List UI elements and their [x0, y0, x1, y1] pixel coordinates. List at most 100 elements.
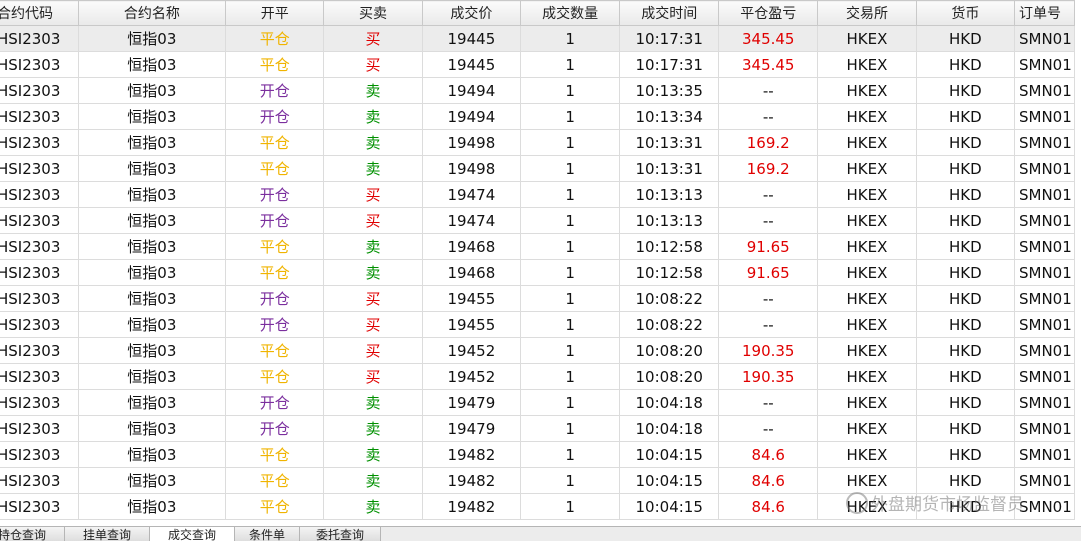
cell-buy-sell: 买	[323, 25, 423, 52]
col-header-price[interactable]: 成交价	[421, 0, 522, 26]
table-row[interactable]: HSI2303 恒指03 开仓买 19455 1 10:08:22 -- HKEX HKD SMN…	[0, 285, 1075, 312]
cell-order-id: SMN01	[1014, 259, 1075, 286]
bottom-tab-bar: 持仓查询 挂单查询 成交查询 条件单 委托查询	[0, 526, 1081, 541]
table-row[interactable]: HSI2303 恒指03 平仓买 19445 1 10:17:31 345.45 HKEX HK…	[0, 51, 1075, 78]
tab-conditional-orders[interactable]: 条件单	[235, 527, 300, 541]
col-header-currency[interactable]: 货币	[915, 0, 1016, 26]
cell-time: 10:17:31	[619, 51, 720, 78]
cell-order-id: SMN01	[1014, 415, 1075, 442]
cell-time: 10:17:31	[619, 25, 720, 52]
cell-price: 19479	[421, 415, 522, 442]
cell-close-pnl: 169.2	[718, 129, 819, 156]
cell-currency: HKD	[915, 415, 1016, 442]
cell-currency: HKD	[915, 103, 1016, 130]
cell-time: 10:13:31	[619, 129, 720, 156]
cell-currency: HKD	[915, 233, 1016, 260]
cell-currency: HKD	[915, 389, 1016, 416]
cell-order-id: SMN01	[1014, 285, 1075, 312]
cell-order-id: SMN01	[1014, 233, 1075, 260]
col-header-contract-name[interactable]: 合约名称	[77, 0, 227, 26]
cell-currency: HKD	[915, 77, 1016, 104]
cell-contract-name: 恒指03	[77, 363, 227, 390]
cell-close-pnl: --	[718, 77, 819, 104]
cell-order-id: SMN01	[1014, 363, 1075, 390]
cell-quantity: 1	[520, 493, 621, 520]
table-row[interactable]: HSI2303 恒指03 平仓买 19445 1 10:17:31 345.45 HKEX HK…	[0, 25, 1075, 52]
cell-open-close: 平仓	[225, 441, 325, 468]
cell-buy-sell: 卖	[323, 389, 423, 416]
table-row[interactable]: HSI2303 恒指03 平仓卖 19468 1 10:12:58 91.65 HKEX HKD…	[0, 233, 1075, 260]
cell-quantity: 1	[520, 207, 621, 234]
cell-currency: HKD	[915, 25, 1016, 52]
cell-contract-name: 恒指03	[77, 207, 227, 234]
cell-quantity: 1	[520, 441, 621, 468]
tab-positions[interactable]: 持仓查询	[0, 527, 65, 541]
cell-contract-name: 恒指03	[77, 181, 227, 208]
cell-contract-name: 恒指03	[77, 467, 227, 494]
table-row[interactable]: HSI2303 恒指03 平仓卖 19498 1 10:13:31 169.2 HKEX HKD…	[0, 129, 1075, 156]
trade-records-grid: 合约代码 合约名称 开平 买卖 成交价 成交数量 成交时间 平仓盈亏 交易所 货…	[0, 0, 1081, 526]
cell-contract-name: 恒指03	[77, 259, 227, 286]
table-row[interactable]: HSI2303 恒指03 开仓买 19474 1 10:13:13 -- HKEX HKD SMN…	[0, 207, 1075, 234]
cell-currency: HKD	[915, 207, 1016, 234]
table-row[interactable]: HSI2303 恒指03 平仓买 19452 1 10:08:20 190.35 HKEX HK…	[0, 363, 1075, 390]
cell-buy-sell: 买	[323, 311, 423, 338]
col-header-close-pnl[interactable]: 平仓盈亏	[718, 0, 819, 26]
watermark: 外盘期货市场监督员	[846, 490, 1024, 515]
table-row[interactable]: HSI2303 恒指03 平仓卖 19498 1 10:13:31 169.2 HKEX HKD…	[0, 155, 1075, 182]
cell-quantity: 1	[520, 389, 621, 416]
col-header-exchange[interactable]: 交易所	[817, 0, 917, 26]
cell-buy-sell: 卖	[323, 77, 423, 104]
cell-open-close: 平仓	[225, 129, 325, 156]
cell-buy-sell: 卖	[323, 259, 423, 286]
cell-price: 19445	[421, 51, 522, 78]
tab-trades[interactable]: 成交查询	[150, 527, 235, 541]
cell-close-pnl: 345.45	[718, 25, 819, 52]
cell-open-close: 平仓	[225, 25, 325, 52]
cell-price: 19455	[421, 285, 522, 312]
table-row[interactable]: HSI2303 恒指03 平仓买 19452 1 10:08:20 190.35 HKEX HK…	[0, 337, 1075, 364]
table-row[interactable]: HSI2303 恒指03 开仓卖 19494 1 10:13:34 -- HKEX HKD SMN…	[0, 103, 1075, 130]
col-header-order-id[interactable]: 订单号	[1014, 0, 1075, 26]
table-row[interactable]: HSI2303 恒指03 开仓买 19474 1 10:13:13 -- HKEX HKD SMN…	[0, 181, 1075, 208]
cell-contract-code: HSI2303	[0, 493, 79, 520]
cell-contract-name: 恒指03	[77, 389, 227, 416]
cell-open-close: 开仓	[225, 103, 325, 130]
cell-currency: HKD	[915, 181, 1016, 208]
cell-buy-sell: 卖	[323, 441, 423, 468]
col-header-time[interactable]: 成交时间	[619, 0, 720, 26]
cell-price: 19498	[421, 155, 522, 182]
cell-contract-name: 恒指03	[77, 51, 227, 78]
cell-close-pnl: 91.65	[718, 259, 819, 286]
cell-quantity: 1	[520, 259, 621, 286]
cell-time: 10:13:31	[619, 155, 720, 182]
table-row[interactable]: HSI2303 恒指03 开仓卖 19479 1 10:04:18 -- HKEX HKD SMN…	[0, 415, 1075, 442]
col-header-buy-sell[interactable]: 买卖	[323, 0, 423, 26]
cell-order-id: SMN01	[1014, 155, 1075, 182]
cell-exchange: HKEX	[817, 311, 917, 338]
table-header: 合约代码 合约名称 开平 买卖 成交价 成交数量 成交时间 平仓盈亏 交易所 货…	[0, 0, 1075, 26]
cell-buy-sell: 卖	[323, 155, 423, 182]
cell-buy-sell: 卖	[323, 467, 423, 494]
cell-contract-name: 恒指03	[77, 337, 227, 364]
table-row[interactable]: HSI2303 恒指03 平仓卖 19468 1 10:12:58 91.65 HKEX HKD…	[0, 259, 1075, 286]
cell-quantity: 1	[520, 77, 621, 104]
cell-close-pnl: --	[718, 103, 819, 130]
cell-price: 19482	[421, 467, 522, 494]
cell-close-pnl: 84.6	[718, 493, 819, 520]
cell-close-pnl: --	[718, 181, 819, 208]
tab-orders[interactable]: 委托查询	[300, 527, 381, 541]
cell-close-pnl: --	[718, 389, 819, 416]
col-header-quantity[interactable]: 成交数量	[520, 0, 621, 26]
cell-price: 19452	[421, 337, 522, 364]
cell-time: 10:04:18	[619, 389, 720, 416]
table-row[interactable]: HSI2303 恒指03 开仓卖 19479 1 10:04:18 -- HKEX HKD SMN…	[0, 389, 1075, 416]
col-header-open-close[interactable]: 开平	[225, 0, 325, 26]
table-row[interactable]: HSI2303 恒指03 开仓卖 19494 1 10:13:35 -- HKEX HKD SMN…	[0, 77, 1075, 104]
table-row[interactable]: HSI2303 恒指03 开仓买 19455 1 10:08:22 -- HKEX HKD SMN…	[0, 311, 1075, 338]
table-row[interactable]: HSI2303 恒指03 平仓卖 19482 1 10:04:15 84.6 HKEX HKD S…	[0, 441, 1075, 468]
col-header-contract-code[interactable]: 合约代码	[0, 0, 79, 26]
cell-buy-sell: 卖	[323, 415, 423, 442]
cell-contract-code: HSI2303	[0, 415, 79, 442]
tab-pending-orders[interactable]: 挂单查询	[65, 527, 150, 541]
